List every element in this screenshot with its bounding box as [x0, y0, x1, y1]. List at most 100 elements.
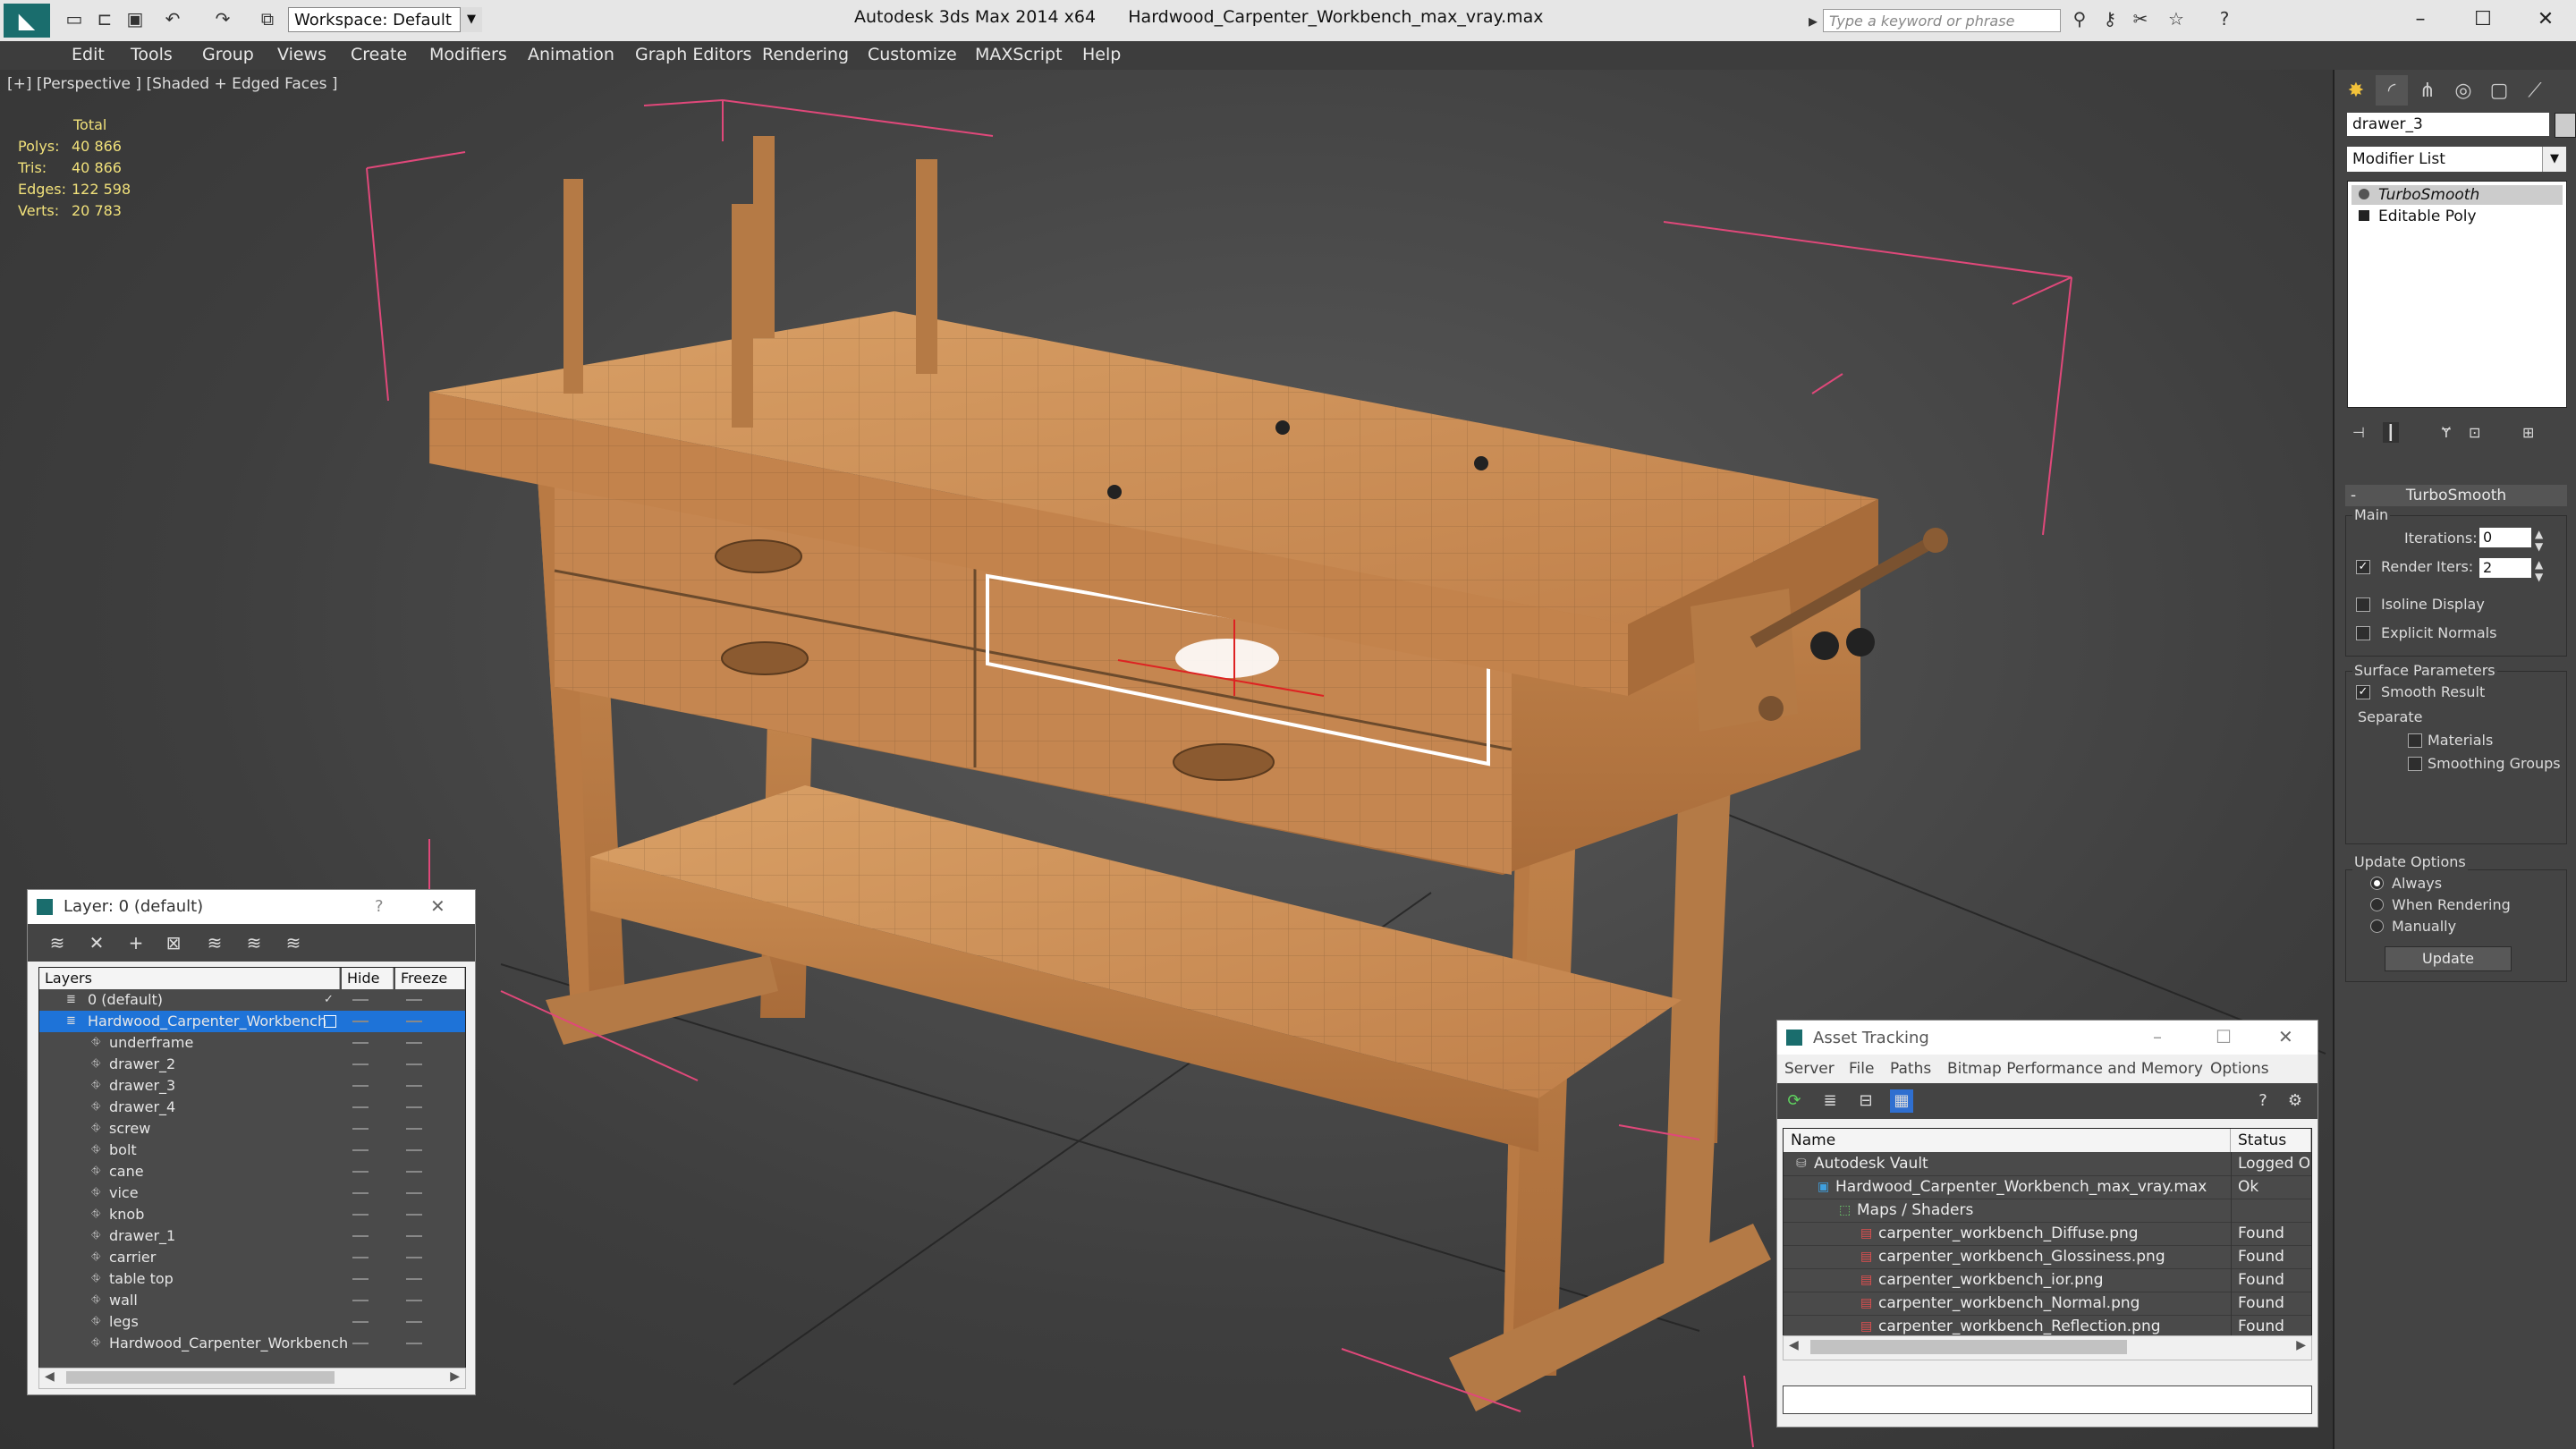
smooth-result-checkbox[interactable]: ✓ [2356, 685, 2370, 699]
new-layer-icon[interactable]: ≋ [46, 931, 69, 954]
scroll-left-icon[interactable]: ◀ [45, 1369, 55, 1384]
freeze-toggle[interactable] [406, 1171, 422, 1173]
freeze-toggle[interactable] [406, 1235, 422, 1237]
spinner-arrows-icon[interactable]: ▲ ▼ [2535, 528, 2543, 553]
hide-toggle[interactable] [352, 1106, 369, 1108]
workspace-select[interactable]: Workspace: Default [288, 7, 481, 32]
freeze-toggle[interactable] [406, 1257, 422, 1258]
column-header-name[interactable]: Name [1784, 1129, 2231, 1152]
explicit-normals-checkbox[interactable] [2356, 626, 2370, 640]
hide-toggle[interactable] [352, 999, 369, 1001]
freeze-toggle[interactable] [406, 1106, 422, 1108]
freeze-toggle[interactable] [406, 1021, 422, 1022]
hide-toggle[interactable] [352, 1085, 369, 1087]
layer-row[interactable]: ⛗ drawer_3 [39, 1075, 465, 1097]
make-unique-icon[interactable]: Ɏ [2442, 424, 2451, 441]
freeze-toggle[interactable] [406, 1128, 422, 1130]
hide-toggle[interactable] [352, 1042, 369, 1044]
layer-row[interactable]: ⛗ drawer_4 [39, 1097, 465, 1118]
layer-row[interactable]: ⛗ knob [39, 1204, 465, 1225]
layer-row[interactable]: ⛗ carrier [39, 1247, 465, 1268]
minimize-icon[interactable]: – [2394, 4, 2447, 36]
asset-row[interactable]: ▤ carpenter_workbench_Normal.png Found [1784, 1292, 2311, 1316]
hide-all-layers-icon[interactable]: ≋ [242, 931, 266, 954]
maximize-icon[interactable]: ☐ [2216, 1026, 2232, 1047]
freeze-toggle[interactable] [406, 1085, 422, 1087]
chevron-down-icon[interactable]: ▼ [2542, 147, 2566, 172]
turbosmooth-rollout-header[interactable]: - TurboSmooth [2345, 485, 2567, 506]
redo-icon[interactable]: ↷ [211, 7, 234, 30]
help-icon[interactable]: ? [2213, 7, 2236, 30]
freeze-toggle[interactable] [406, 1063, 422, 1065]
remove-modifier-icon[interactable]: ⊡ [2469, 424, 2480, 441]
hide-toggle[interactable] [352, 1214, 369, 1216]
menu-views[interactable]: Views [277, 45, 326, 64]
hide-toggle[interactable] [352, 1063, 369, 1065]
motion-tab-icon[interactable]: ◎ [2447, 75, 2479, 106]
horizontal-scrollbar[interactable]: ◀ ▶ [38, 1368, 466, 1389]
hide-toggle[interactable] [352, 1021, 369, 1022]
object-name-field[interactable]: drawer_3 [2347, 113, 2549, 136]
menu-tools[interactable]: Tools [131, 45, 173, 64]
table-view-icon[interactable]: ⊟ [1854, 1089, 1877, 1113]
asset-row[interactable]: ▣ Hardwood_Carpenter_Workbench_max_vray.m… [1784, 1175, 2311, 1199]
show-end-result-icon[interactable]: ┃ [2383, 422, 2399, 443]
minimize-icon[interactable]: – [2153, 1026, 2162, 1047]
layer-row[interactable]: ≣ Hardwood_Carpenter_Workbench [39, 1011, 465, 1032]
layer-row[interactable]: ⛗ drawer_1 [39, 1225, 465, 1247]
new-file-icon[interactable]: ▭ [63, 7, 86, 30]
menu-group[interactable]: Group [202, 45, 254, 64]
binoculars-icon[interactable]: ⚲ [2068, 7, 2091, 30]
menu-options[interactable]: Options [2210, 1060, 2269, 1078]
delete-layer-icon[interactable]: ✕ [85, 931, 108, 954]
display-tab-icon[interactable]: ▢ [2483, 75, 2515, 106]
asset-row[interactable]: ▤ carpenter_workbench_Reflection.png Found [1784, 1315, 2311, 1336]
close-icon[interactable]: ✕ [2519, 4, 2572, 36]
collapse-icon[interactable]: - [2351, 485, 2356, 506]
settings-icon[interactable]: ⚙ [2284, 1089, 2307, 1113]
scroll-right-icon[interactable]: ▶ [450, 1369, 460, 1384]
search-input[interactable]: Type a keyword or phrase [1823, 9, 2061, 32]
menu-file[interactable]: File [1849, 1060, 1874, 1078]
layer-row[interactable]: ⛗ screw [39, 1118, 465, 1140]
hide-toggle[interactable] [352, 1192, 369, 1194]
menu-edit[interactable]: Edit [72, 45, 105, 64]
close-icon[interactable]: ✕ [430, 895, 445, 917]
menu-paths[interactable]: Paths [1890, 1060, 1931, 1078]
scrollbar-thumb[interactable] [66, 1371, 335, 1384]
layer-row[interactable]: ⛗ Hardwood_Carpenter_Workbench [39, 1333, 465, 1354]
layer-row[interactable]: ⛗ underframe [39, 1032, 465, 1054]
isoline-display-checkbox[interactable] [2356, 597, 2370, 612]
layer-row[interactable]: ⛗ legs [39, 1311, 465, 1333]
help-icon[interactable]: ? [2251, 1089, 2275, 1113]
asset-row[interactable]: ⬚ Maps / Shaders [1784, 1199, 2311, 1223]
object-color-swatch[interactable] [2555, 113, 2576, 138]
horizontal-scrollbar[interactable]: ◀ ▶ [1783, 1335, 2312, 1360]
asset-dialog-titlebar[interactable]: Asset Tracking – ☐ ✕ [1777, 1021, 2318, 1055]
highlight-layer-icon[interactable]: ≋ [203, 931, 226, 954]
freeze-toggle[interactable] [406, 999, 422, 1001]
update-always-radio[interactable] [2370, 877, 2384, 890]
configure-sets-icon[interactable]: ⊞ [2522, 424, 2534, 441]
hide-toggle[interactable] [352, 1257, 369, 1258]
freeze-toggle[interactable] [406, 1192, 422, 1194]
chevron-down-icon[interactable]: ▼ [460, 7, 482, 32]
update-when-rendering-radio[interactable] [2370, 898, 2384, 911]
layer-row[interactable]: ⛗ table top [39, 1268, 465, 1290]
asset-row[interactable]: ▤ carpenter_workbench_Glossiness.png Found [1784, 1245, 2311, 1269]
layer-row[interactable]: ⛗ bolt [39, 1140, 465, 1161]
asset-status-field[interactable] [1783, 1385, 2312, 1414]
utilities-tab-icon[interactable]: ⟋ [2519, 75, 2551, 106]
asset-row[interactable]: ⛁ Autodesk Vault Logged O [1784, 1152, 2311, 1176]
layer-row[interactable]: ⛗ drawer_2 [39, 1054, 465, 1075]
grid-view-icon[interactable]: ▦ [1890, 1089, 1913, 1113]
column-header-layers[interactable]: Layers [39, 968, 340, 989]
menu-server[interactable]: Server [1784, 1060, 1835, 1078]
freeze-toggle[interactable] [406, 1300, 422, 1301]
layer-row[interactable]: ⛗ cane [39, 1161, 465, 1182]
iterations-spinner[interactable]: 0 [2479, 528, 2531, 547]
help-icon[interactable]: ? [375, 897, 384, 916]
spinner-arrows-icon[interactable]: ▲ ▼ [2535, 558, 2543, 583]
set-current-layer-box-icon[interactable] [324, 1015, 336, 1028]
maximize-icon[interactable]: ☐ [2456, 4, 2510, 36]
